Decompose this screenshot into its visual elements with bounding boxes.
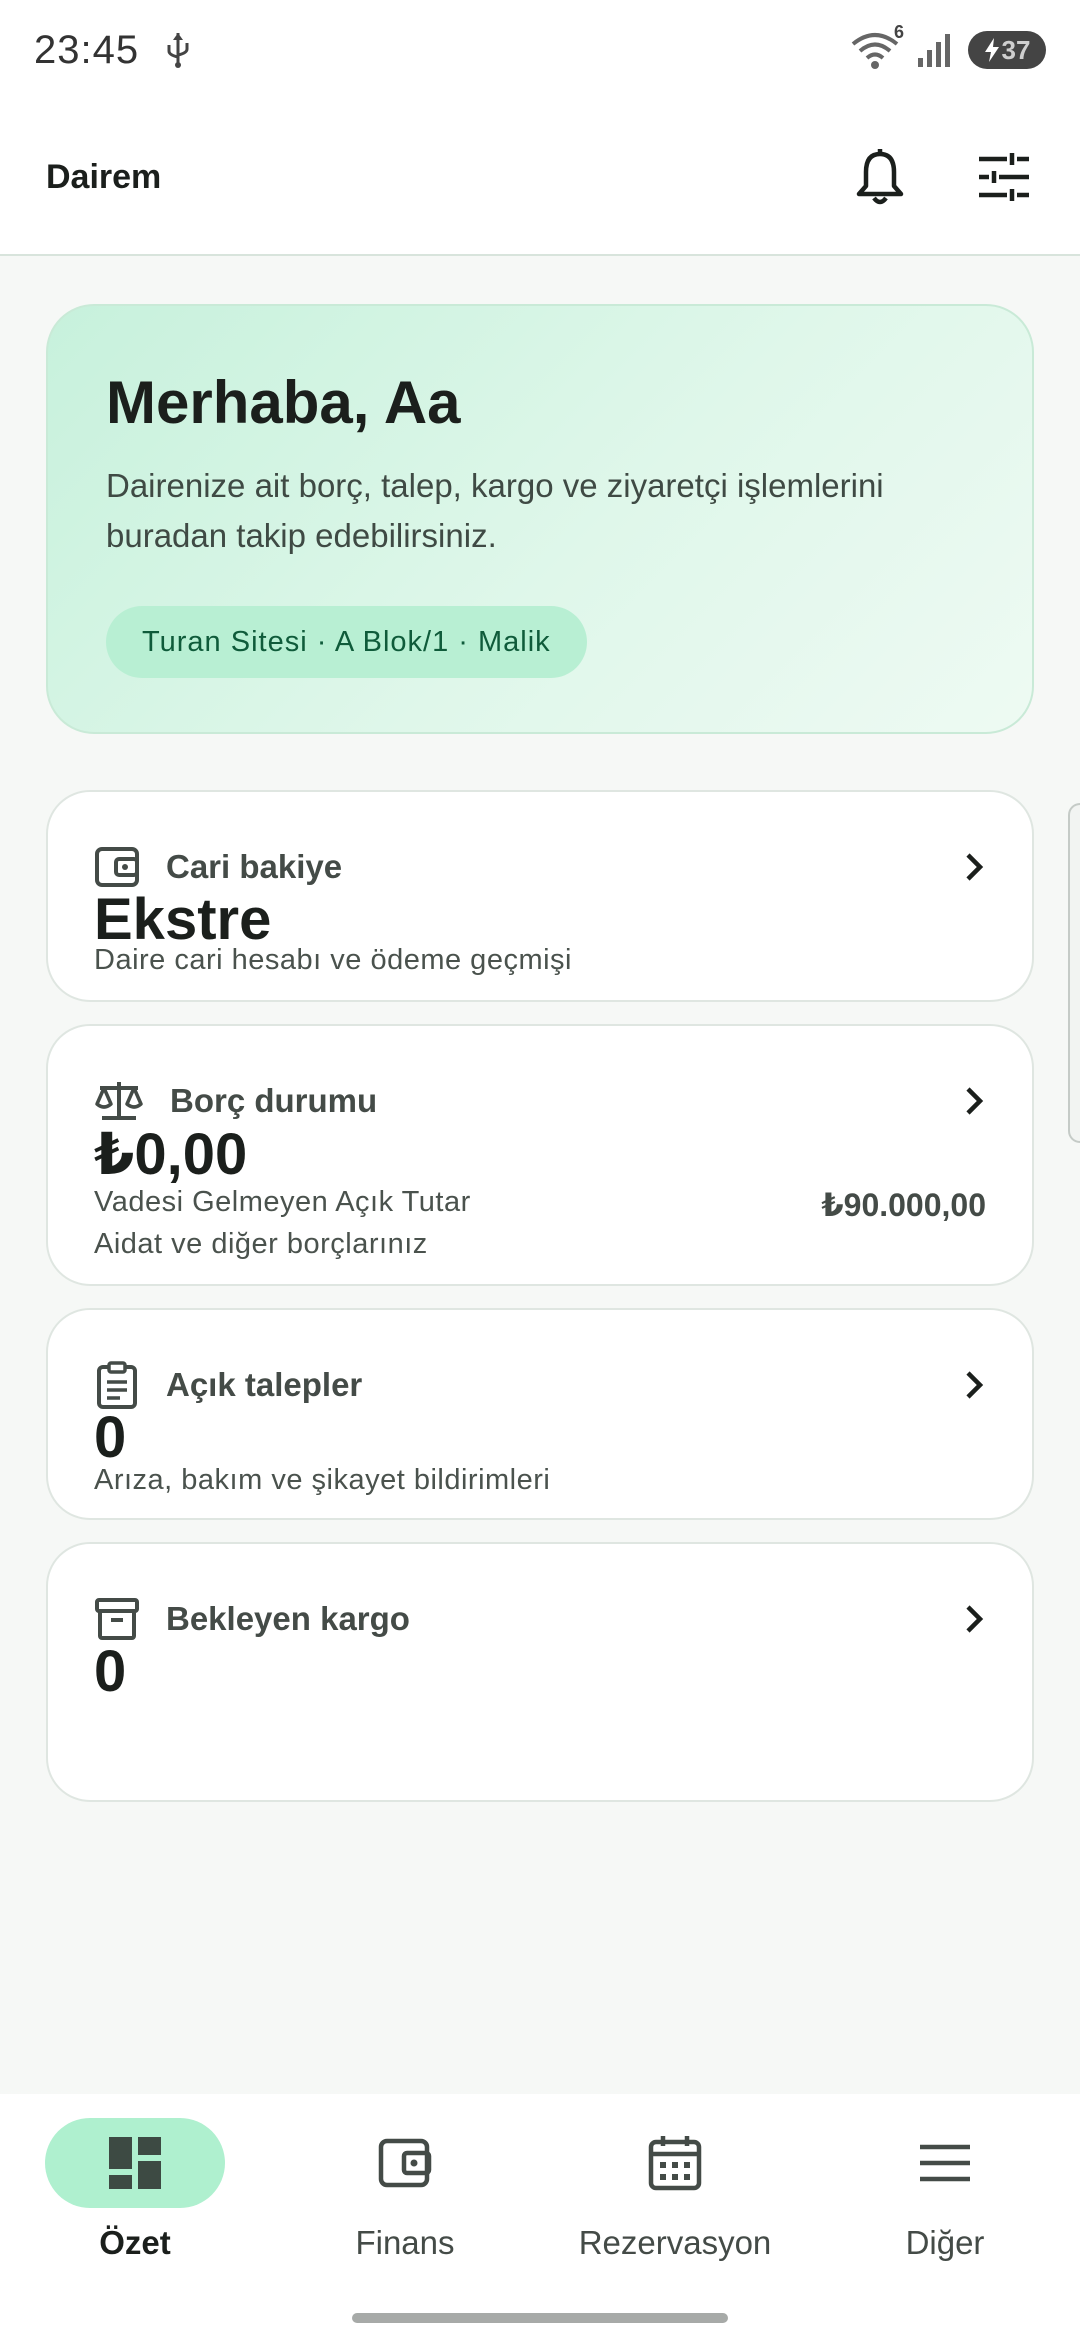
- app-title: Dairem: [46, 157, 162, 196]
- debt-card[interactable]: Borç durumu ₺0,00 Vadesi Gelmeyen Açık T…: [46, 1024, 1034, 1286]
- chevron-right-icon: [966, 853, 984, 881]
- wallet-icon: [95, 847, 139, 887]
- cargo-card[interactable]: Bekleyen kargo 0: [46, 1542, 1034, 1802]
- balance-desc: Daire cari hesabı ve ödeme geçmişi: [94, 944, 572, 976]
- debt-value: ₺0,00: [94, 1122, 248, 1187]
- signal-icon: [918, 34, 950, 67]
- welcome-title: Merhaba, Aa: [106, 369, 461, 436]
- calendar-icon: [648, 2136, 702, 2191]
- nav-label-finans: Finans: [355, 2224, 455, 2261]
- bell-icon: [856, 149, 904, 205]
- chevron-right-icon: [966, 1087, 984, 1115]
- debt-due-amount: ₺90.000,00: [821, 1187, 986, 1223]
- scrollbar[interactable]: [1068, 803, 1080, 1143]
- cargo-label: Bekleyen kargo: [166, 1600, 410, 1637]
- notifications-button[interactable]: [850, 147, 910, 207]
- nav-item-diger[interactable]: Diğer: [810, 2094, 1080, 2340]
- nav-item-ozet[interactable]: Özet: [0, 2094, 270, 2340]
- chevron-right-icon: [966, 1605, 984, 1633]
- debt-desc: Aidat ve diğer borçlarınız: [94, 1228, 428, 1260]
- requests-desc: Arıza, bakım ve şikayet bildirimleri: [94, 1464, 551, 1496]
- requests-label: Açık talepler: [166, 1366, 363, 1403]
- charging-icon: [984, 38, 999, 62]
- menu-icon: [920, 2144, 970, 2182]
- chevron-right-icon: [966, 1371, 984, 1399]
- balance-label: Cari bakiye: [166, 848, 343, 885]
- wallet-icon: [378, 2138, 432, 2188]
- bottom-navigation: Özet Finans Rezervasyon Diğer: [0, 2094, 1080, 2340]
- nav-label-ozet: Özet: [99, 2224, 171, 2261]
- balance-value: Ekstre: [94, 887, 272, 952]
- requests-value: 0: [94, 1405, 127, 1470]
- battery-level: 37: [1001, 34, 1031, 65]
- wifi-icon: 6: [850, 22, 904, 70]
- nav-item-rezervasyon[interactable]: Rezervasyon: [540, 2094, 810, 2340]
- filter-button[interactable]: [974, 147, 1034, 207]
- battery-indicator: 37: [968, 31, 1046, 69]
- dashboard-icon: [109, 2137, 161, 2189]
- app-bar: Dairem: [0, 100, 1080, 256]
- nav-label-rezervasyon: Rezervasyon: [578, 2224, 772, 2261]
- screen: 23:45 6 37 Dairem Merhaba, Aa Dairenize …: [0, 0, 1080, 2340]
- status-time: 23:45: [34, 27, 140, 72]
- content-scroll[interactable]: Merhaba, Aa Dairenize ait borç, talep, k…: [0, 258, 1080, 2094]
- scale-icon: [95, 1082, 143, 1120]
- wifi-badge: 6: [893, 22, 904, 42]
- tune-icon: [979, 153, 1029, 201]
- debt-label: Borç durumu: [170, 1082, 378, 1119]
- nav-item-finans[interactable]: Finans: [270, 2094, 540, 2340]
- requests-card[interactable]: Açık talepler 0 Arıza, bakım ve şikayet …: [46, 1308, 1034, 1520]
- debt-due-label: Vadesi Gelmeyen Açık Tutar: [94, 1186, 471, 1218]
- nav-label-diger: Diğer: [905, 2224, 985, 2261]
- home-indicator[interactable]: [352, 2313, 728, 2323]
- welcome-subtitle: Dairenize ait borç, talep, kargo ve ziya…: [106, 467, 884, 554]
- archive-box-icon: [95, 1598, 139, 1640]
- clipboard-icon: [97, 1361, 137, 1409]
- cargo-value: 0: [94, 1639, 127, 1704]
- status-bar: 23:45 6 37: [0, 0, 1080, 100]
- usb-icon: [167, 33, 189, 68]
- welcome-card: Merhaba, Aa Dairenize ait borç, talep, k…: [46, 304, 1034, 734]
- unit-chip: Turan Sitesi · A Blok/1 · Malik: [106, 606, 587, 678]
- balance-card[interactable]: Cari bakiye Ekstre Daire cari hesabı ve …: [46, 790, 1034, 1002]
